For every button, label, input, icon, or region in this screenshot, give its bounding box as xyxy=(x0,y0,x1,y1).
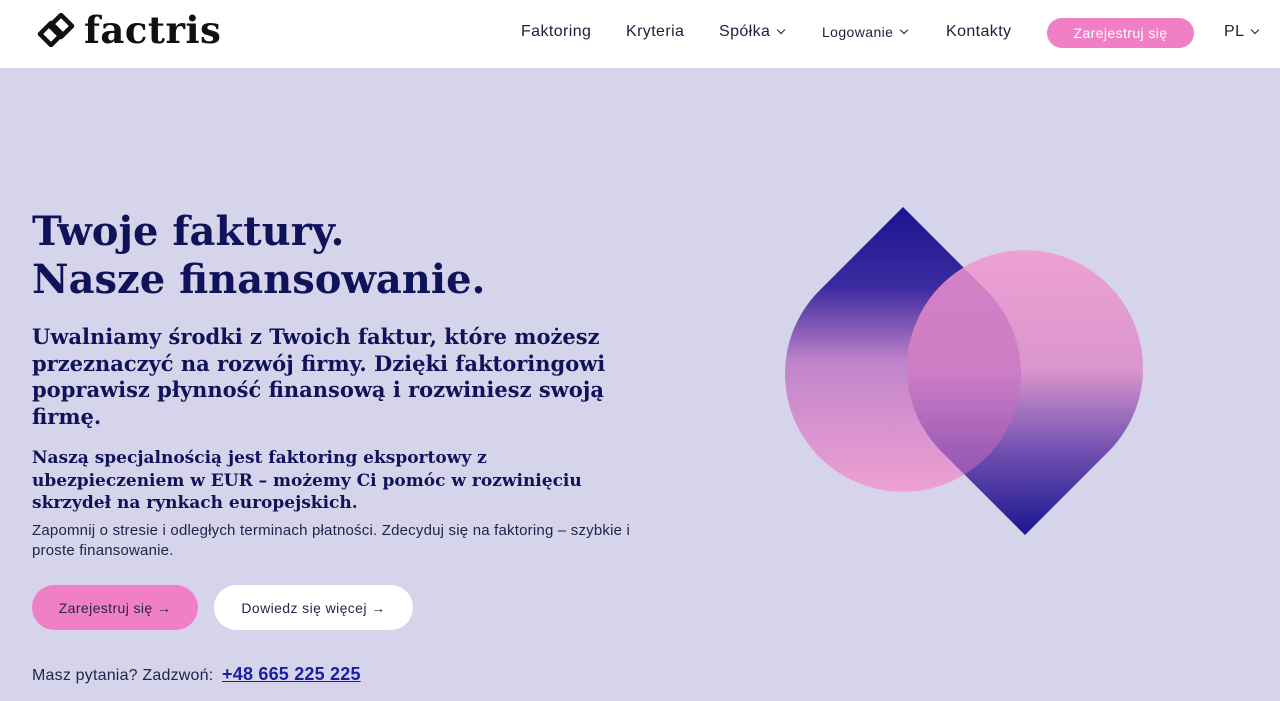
brand-logo[interactable]: factris xyxy=(36,10,221,50)
language-selector[interactable]: PL xyxy=(1224,23,1260,41)
nav-item-kontakty[interactable]: Kontakty xyxy=(946,23,1011,41)
nav-item-label: Spółka xyxy=(719,23,771,40)
nav-item-faktoring[interactable]: Faktoring xyxy=(521,23,591,41)
header-register-button[interactable]: Zarejestruj się xyxy=(1047,18,1194,48)
nav-item-kryteria[interactable]: Kryteria xyxy=(626,23,684,41)
nav-item-label: Kryteria xyxy=(626,23,685,40)
language-label: PL xyxy=(1224,23,1245,40)
hero-register-button[interactable]: Zarejestruj się → xyxy=(32,585,198,630)
hero-illustration xyxy=(785,207,1143,535)
headline-line-2: Nasze finansowanie. xyxy=(32,256,486,303)
brand-name: factris xyxy=(84,8,222,52)
chevron-down-icon xyxy=(900,25,909,35)
nav-item-logowanie[interactable]: Logowanie xyxy=(822,24,909,40)
nav-item-label: Faktoring xyxy=(521,23,592,40)
factris-logo-icon xyxy=(37,13,75,47)
learn-more-button[interactable]: Dowiedz się więcej → xyxy=(214,585,413,630)
nav-item-spolka[interactable]: Spółka xyxy=(719,23,786,41)
site-header: factris Faktoring Kryteria Spółka Logowa… xyxy=(0,0,1280,68)
hero-headline: Twoje faktury. Nasze finansowanie. xyxy=(32,208,485,304)
hero-note-text: Zapomnij o stresie i odległych terminach… xyxy=(32,522,631,559)
chevron-down-icon xyxy=(1251,25,1260,35)
headline-line-1: Twoje faktury. xyxy=(32,208,345,255)
chevron-down-icon xyxy=(777,25,786,35)
hero-lead-text: Uwalniamy środki z Twoich faktur, które … xyxy=(32,324,606,429)
nav-item-label: Kontakty xyxy=(946,23,1012,40)
phone-contact: Masz pytania? Zadzwoń: +48 665 225 225 xyxy=(32,664,361,685)
nav-item-label: Logowanie xyxy=(822,24,894,40)
phone-link[interactable]: +48 665 225 225 xyxy=(222,664,361,684)
hero-specialty-text: Naszą specjalnością jest faktoring ekspo… xyxy=(32,448,582,513)
phone-prompt: Masz pytania? Zadzwoń: xyxy=(32,667,214,684)
